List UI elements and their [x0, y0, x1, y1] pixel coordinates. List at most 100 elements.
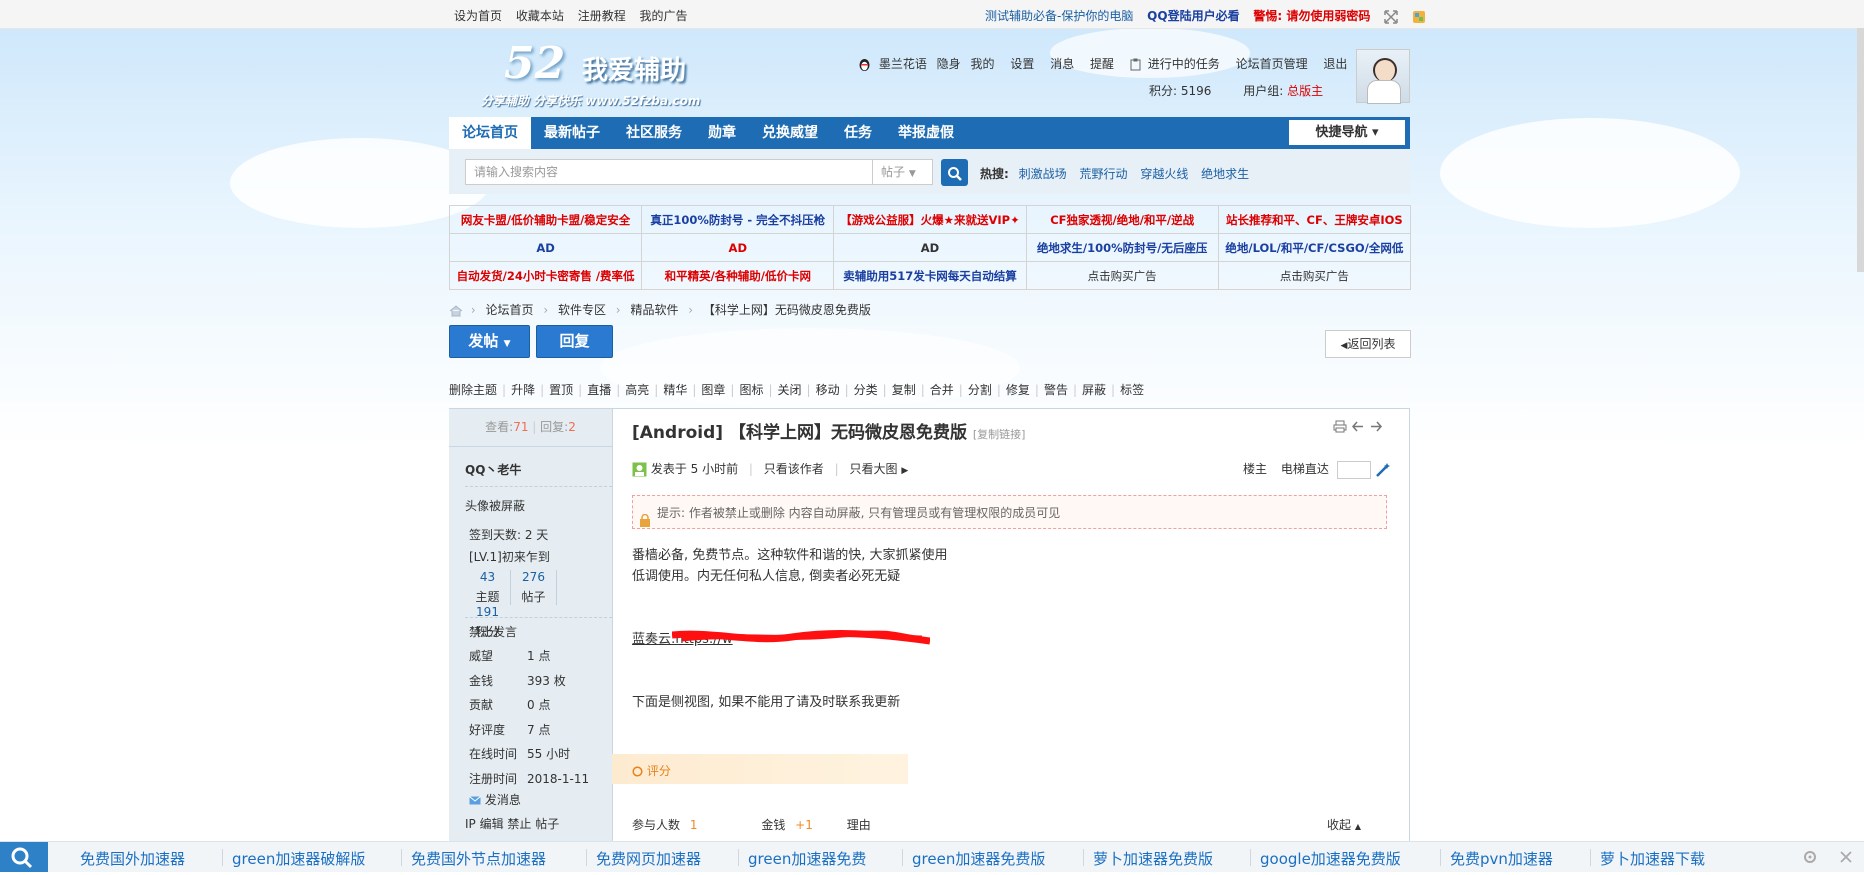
nav-medals[interactable]: 勋章 [695, 117, 749, 149]
bookmark-link[interactable]: 收藏本站 [516, 9, 564, 23]
stat-threads[interactable]: 43 主题 [465, 570, 511, 605]
moderation-action[interactable]: 修复 [1006, 383, 1030, 397]
ad-cell[interactable]: AD [833, 233, 1027, 262]
nav-latest-posts[interactable]: 最新帖子 [531, 117, 613, 149]
breadcrumb-item[interactable]: 论坛首页 [485, 303, 533, 317]
username-link[interactable]: 墨兰花语 [879, 57, 927, 71]
suggestion-link[interactable]: google加速器免费版 [1260, 848, 1401, 869]
security-tip-link[interactable]: 测试辅助必备-保护你的电脑 [985, 9, 1133, 23]
hot-search-link[interactable]: 荒野行动 [1079, 167, 1127, 181]
suggestion-link[interactable]: 免费网页加速器 [596, 848, 701, 869]
moderation-action[interactable]: 图章 [701, 383, 725, 397]
site-logo-number[interactable]: 52 [504, 38, 565, 89]
search-input[interactable]: 请输入搜索内容 [465, 159, 873, 185]
ad-cell[interactable]: 【游戏公益服】火爆★来就送VIP✦ [833, 205, 1027, 234]
ad-cell[interactable]: 自动发货/24小时卡密寄售 /费率低 [448, 261, 643, 290]
back-to-list-button[interactable]: ◀返回列表 [1325, 330, 1411, 358]
moderation-action[interactable]: 移动 [816, 383, 840, 397]
theme-icon[interactable] [1412, 10, 1426, 24]
breadcrumb-item[interactable]: 【科学上网】无码微皮恩免费版 [703, 303, 871, 317]
ad-cell[interactable]: 网友卡盟/低价辅助卡盟/稳定安全 [448, 205, 643, 234]
new-post-button[interactable]: 发帖 ▼ [449, 325, 530, 358]
breadcrumb-item[interactable]: 精品软件 [630, 303, 678, 317]
ip-tools[interactable]: IP 编辑 禁止 帖子 [465, 815, 559, 832]
moderation-action[interactable]: 删除主题 [449, 383, 497, 397]
suggestion-link[interactable]: green加速器免费 [748, 848, 866, 869]
my-menu[interactable]: 我的 [971, 57, 995, 71]
ad-cell[interactable]: AD [448, 233, 643, 262]
moderation-action[interactable]: 标签 [1120, 383, 1144, 397]
only-author-link[interactable]: 只看该作者 [764, 462, 824, 476]
messages-link[interactable]: 消息 [1050, 57, 1074, 71]
nav-community[interactable]: 社区服务 [613, 117, 695, 149]
suggestion-link[interactable]: 萝卜加速器下载 [1600, 848, 1705, 869]
user-avatar[interactable] [1356, 49, 1410, 104]
stat-posts[interactable]: 276 帖子 [511, 570, 557, 605]
nav-report[interactable]: 举报虚假 [885, 117, 967, 149]
moderation-action[interactable]: 置顶 [549, 383, 573, 397]
ad-cell[interactable]: 绝地求生/100%防封号/无后座压 [1025, 233, 1219, 262]
search-engine-logo[interactable] [0, 842, 48, 872]
wand-icon[interactable] [1375, 462, 1391, 477]
print-icon[interactable] [1333, 420, 1347, 436]
suggestion-link[interactable]: 免费国外节点加速器 [411, 848, 546, 869]
hot-search-link[interactable]: 绝地求生 [1201, 167, 1249, 181]
send-message-link[interactable]: 发消息 [469, 791, 521, 808]
moderation-action[interactable]: 升降 [511, 383, 535, 397]
search-button[interactable] [941, 159, 968, 186]
moderation-action[interactable]: 警告 [1044, 383, 1068, 397]
my-ads-link[interactable]: 我的广告 [640, 9, 688, 23]
collapse-rating-button[interactable]: 收起 ▲ [1327, 816, 1361, 833]
jump-to-floor-input[interactable] [1336, 460, 1371, 479]
moderation-action[interactable]: 复制 [892, 383, 916, 397]
suggestion-link[interactable]: green加速器破解版 [232, 848, 365, 869]
moderation-action[interactable]: 关闭 [778, 383, 802, 397]
author-level[interactable]: [LV.1]初来乍到 [469, 548, 550, 565]
nav-forum-home[interactable]: 论坛首页 [449, 117, 531, 149]
hot-search-link[interactable]: 刺激战场 [1019, 167, 1067, 181]
hot-search-link[interactable]: 穿越火线 [1140, 167, 1188, 181]
group-value[interactable]: 总版主 [1287, 84, 1323, 98]
settings-link[interactable]: 设置 [1010, 57, 1034, 71]
forum-admin-link[interactable]: 论坛首页管理 [1236, 57, 1308, 71]
moderation-action[interactable]: 合并 [930, 383, 954, 397]
fullscreen-icon[interactable] [1384, 9, 1398, 24]
set-homepage-link[interactable]: 设为首页 [454, 9, 502, 23]
suggestion-link[interactable]: 免费国外加速器 [80, 848, 185, 869]
suggestion-link[interactable]: 萝卜加速器免费版 [1093, 848, 1213, 869]
ad-cell[interactable]: 和平精英/各种辅助/低价卡网 [641, 261, 835, 290]
moderation-action[interactable]: 屏蔽 [1082, 383, 1106, 397]
breadcrumb-item[interactable]: 软件专区 [558, 303, 606, 317]
home-icon[interactable] [449, 305, 463, 317]
suggestion-link[interactable]: green加速器免费版 [912, 848, 1045, 869]
tasks-link[interactable]: 进行中的任务 [1148, 57, 1220, 71]
register-guide-link[interactable]: 注册教程 [578, 9, 626, 23]
qq-login-link[interactable]: QQ登陆用户必看 [1147, 9, 1239, 23]
quick-nav-button[interactable]: 快捷导航 ▾ [1289, 120, 1405, 145]
ad-cell[interactable]: CF独家透视/绝地/和平/逆战 [1025, 205, 1219, 234]
password-warning-link[interactable]: 警惕: 请勿使用弱密码 [1253, 9, 1370, 23]
nav-tasks[interactable]: 任务 [831, 117, 885, 149]
ad-cell[interactable]: 真正100%防封号 - 完全不抖压枪 [641, 205, 835, 234]
suggestion-link[interactable]: 免费pvn加速器 [1450, 848, 1553, 869]
ad-cell[interactable]: 点击购买广告 [1217, 261, 1412, 290]
page-scrollbar[interactable] [1857, 28, 1864, 272]
moderation-action[interactable]: 分类 [854, 383, 878, 397]
moderation-action[interactable]: 高亮 [625, 383, 649, 397]
next-thread-icon[interactable] [1369, 421, 1383, 436]
moderation-action[interactable]: 图标 [739, 383, 763, 397]
site-logo-text[interactable]: 我爱辅助 [582, 50, 686, 87]
points-display[interactable]: 积分: 5196 [1149, 84, 1211, 98]
settings-gear-icon[interactable] [1802, 849, 1818, 868]
ad-cell[interactable]: AD [641, 233, 835, 262]
ad-cell[interactable]: 绝地/LOL/和平/CF/CSGO/全网低 [1217, 233, 1412, 262]
moderation-action[interactable]: 直播 [587, 383, 611, 397]
reply-button[interactable]: 回复 [536, 325, 613, 358]
copy-link-button[interactable]: [复制链接] [973, 428, 1026, 441]
moderation-action[interactable]: 分割 [968, 383, 992, 397]
prev-thread-icon[interactable] [1351, 421, 1365, 436]
ad-cell[interactable]: 点击购买广告 [1025, 261, 1219, 290]
only-images-link[interactable]: 只看大图 [850, 462, 898, 476]
ad-cell[interactable]: 卖辅助用517发卡网每天自动结算 [833, 261, 1027, 290]
author-name[interactable]: QQ丶老牛 [465, 461, 521, 478]
